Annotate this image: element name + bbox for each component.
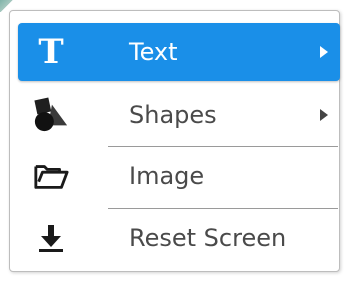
shapes-icon bbox=[33, 97, 69, 133]
menu-item-image-label: Image bbox=[129, 162, 205, 190]
submenu-arrow-icon bbox=[320, 46, 328, 58]
text-icon: T bbox=[33, 34, 69, 70]
menu-item-reset-screen[interactable]: Reset Screen bbox=[18, 209, 340, 267]
download-icon bbox=[33, 220, 69, 256]
submenu-arrow-icon bbox=[320, 109, 328, 121]
folder-icon bbox=[33, 158, 69, 194]
page: T Text Shapes Image Reset Screen bbox=[0, 0, 348, 282]
menu-item-text-label: Text bbox=[129, 38, 178, 66]
menu-item-image[interactable]: Image bbox=[18, 147, 340, 205]
text-icon-glyph: T bbox=[38, 32, 64, 72]
menu-item-shapes-label: Shapes bbox=[129, 101, 217, 129]
menu-item-reset-screen-label: Reset Screen bbox=[129, 224, 287, 252]
menu-item-shapes[interactable]: Shapes bbox=[18, 86, 340, 144]
context-menu: T Text Shapes Image Reset Screen bbox=[9, 10, 340, 272]
menu-item-text[interactable]: T Text bbox=[18, 23, 340, 81]
